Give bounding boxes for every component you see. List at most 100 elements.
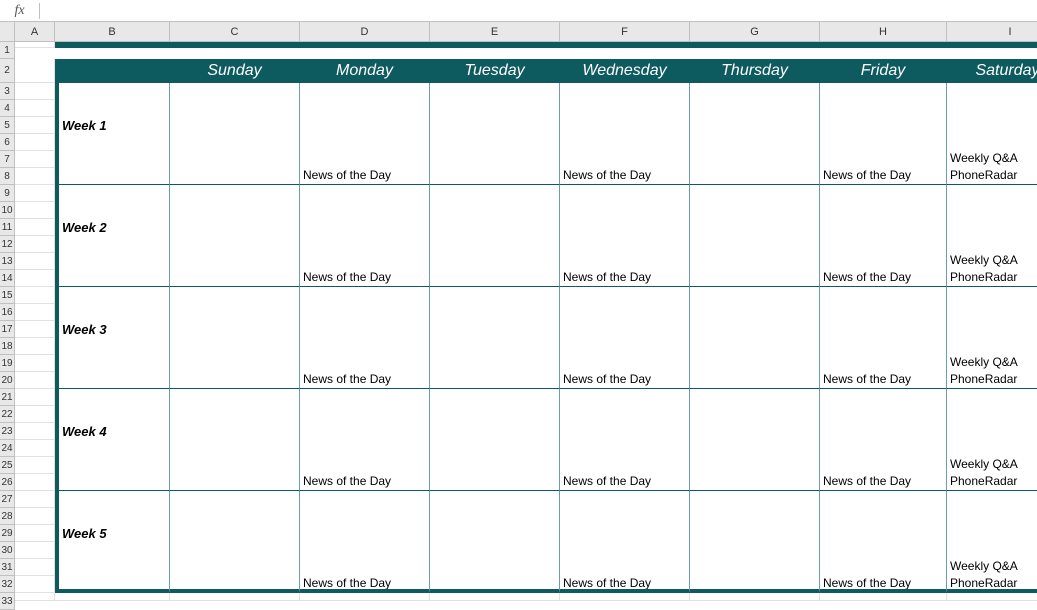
cell-G31[interactable] (690, 559, 820, 576)
cell-B20[interactable] (55, 372, 170, 389)
cell-G18[interactable] (690, 338, 820, 355)
cell-C23[interactable] (170, 423, 300, 440)
cell-H4[interactable] (820, 100, 947, 117)
cell-C17[interactable] (170, 321, 300, 338)
cell-D6[interactable] (300, 134, 430, 151)
cell-E6[interactable] (430, 134, 560, 151)
cell-A21[interactable] (15, 389, 55, 406)
cell-E11[interactable] (430, 219, 560, 236)
col-header-H[interactable]: H (820, 22, 947, 42)
cell-D28[interactable] (300, 508, 430, 525)
cell-H24[interactable] (820, 440, 947, 457)
cell-G23[interactable] (690, 423, 820, 440)
cell-G4[interactable] (690, 100, 820, 117)
row-header-8[interactable]: 8 (0, 168, 15, 185)
cell-D15[interactable] (300, 287, 430, 304)
cell-G16[interactable] (690, 304, 820, 321)
cell-G28[interactable] (690, 508, 820, 525)
row-header-5[interactable]: 5 (0, 117, 15, 134)
cell-B15[interactable] (55, 287, 170, 304)
cell-A13[interactable] (15, 253, 55, 270)
cell-C26[interactable] (170, 474, 300, 491)
row-header-6[interactable]: 6 (0, 134, 15, 151)
cell-A6[interactable] (15, 134, 55, 151)
col-header-E[interactable]: E (430, 22, 560, 42)
cell-E18[interactable] (430, 338, 560, 355)
col-header-G[interactable]: G (690, 22, 820, 42)
cell-I18[interactable] (947, 338, 1037, 355)
cell-C6[interactable] (170, 134, 300, 151)
cell-D4[interactable] (300, 100, 430, 117)
cell-G25[interactable] (690, 457, 820, 474)
cell-B19[interactable] (55, 355, 170, 372)
cell-B28[interactable] (55, 508, 170, 525)
cell-D12[interactable] (300, 236, 430, 253)
cell-G33[interactable] (690, 593, 820, 601)
cell-C28[interactable] (170, 508, 300, 525)
cell-C4[interactable] (170, 100, 300, 117)
cell-A29[interactable] (15, 525, 55, 542)
cell-E12[interactable] (430, 236, 560, 253)
cell-I9[interactable] (947, 185, 1037, 202)
row-header-13[interactable]: 13 (0, 253, 15, 270)
cell-D5[interactable] (300, 117, 430, 134)
row-header-18[interactable]: 18 (0, 338, 15, 355)
cell-D30[interactable] (300, 542, 430, 559)
row-header-22[interactable]: 22 (0, 406, 15, 423)
row-header-15[interactable]: 15 (0, 287, 15, 304)
cell-A8[interactable] (15, 168, 55, 185)
cell-H11[interactable] (820, 219, 947, 236)
cell-E19[interactable] (430, 355, 560, 372)
cell-G7[interactable] (690, 151, 820, 168)
cell-A7[interactable] (15, 151, 55, 168)
cell-F16[interactable] (560, 304, 690, 321)
row-header-2[interactable]: 2 (0, 59, 15, 83)
cell-D17[interactable] (300, 321, 430, 338)
cell-I10[interactable] (947, 202, 1037, 219)
cell-H10[interactable] (820, 202, 947, 219)
cell-D22[interactable] (300, 406, 430, 423)
cell-D18[interactable] (300, 338, 430, 355)
row-header-21[interactable]: 21 (0, 389, 15, 406)
cell-E10[interactable] (430, 202, 560, 219)
cell-C24[interactable] (170, 440, 300, 457)
cell-G1[interactable] (690, 42, 820, 48)
cell-G26[interactable] (690, 474, 820, 491)
cell-F23[interactable] (560, 423, 690, 440)
cell-F21[interactable] (560, 389, 690, 406)
cell-H16[interactable] (820, 304, 947, 321)
cell-F4[interactable] (560, 100, 690, 117)
cell-D7[interactable] (300, 151, 430, 168)
cell-B26[interactable] (55, 474, 170, 491)
cell-I23[interactable] (947, 423, 1037, 440)
cell-D33[interactable] (300, 593, 430, 601)
cell-A33[interactable] (15, 593, 55, 601)
cell-F5[interactable] (560, 117, 690, 134)
cell-H19[interactable] (820, 355, 947, 372)
cell-D19[interactable] (300, 355, 430, 372)
cell-E21[interactable] (430, 389, 560, 406)
cell-I3[interactable] (947, 83, 1037, 100)
cell-H25[interactable] (820, 457, 947, 474)
cell-E1[interactable] (430, 42, 560, 48)
cell-H22[interactable] (820, 406, 947, 423)
cell-C13[interactable] (170, 253, 300, 270)
cell-G30[interactable] (690, 542, 820, 559)
cell-B13[interactable] (55, 253, 170, 270)
cell-C7[interactable] (170, 151, 300, 168)
cell-B3[interactable] (55, 83, 170, 100)
cell-B22[interactable] (55, 406, 170, 423)
cell-C31[interactable] (170, 559, 300, 576)
cell-F29[interactable] (560, 525, 690, 542)
cell-A30[interactable] (15, 542, 55, 559)
col-header-C[interactable]: C (170, 22, 300, 42)
row-header-26[interactable]: 26 (0, 474, 15, 491)
cell-A3[interactable] (15, 83, 55, 100)
cell-D9[interactable] (300, 185, 430, 202)
cell-A25[interactable] (15, 457, 55, 474)
cell-D3[interactable] (300, 83, 430, 100)
cell-E20[interactable] (430, 372, 560, 389)
cell-G17[interactable] (690, 321, 820, 338)
row-header-9[interactable]: 9 (0, 185, 15, 202)
cell-D16[interactable] (300, 304, 430, 321)
